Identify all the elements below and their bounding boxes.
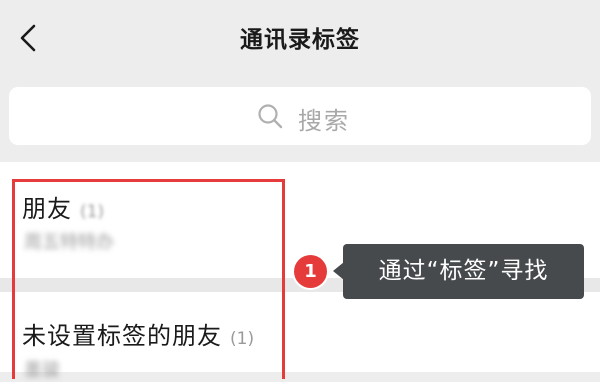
search-placeholder: 搜索 xyxy=(298,107,350,135)
search-icon xyxy=(258,104,283,129)
nav-bar: 通讯录标签 xyxy=(0,0,600,78)
step-badge: 1 xyxy=(294,255,327,288)
callout-tooltip: 通过“标签”寻找 xyxy=(343,244,584,299)
search-input[interactable]: 搜索 xyxy=(9,87,591,145)
page-title: 通讯录标签 xyxy=(240,27,360,53)
highlight-frame xyxy=(12,179,285,379)
